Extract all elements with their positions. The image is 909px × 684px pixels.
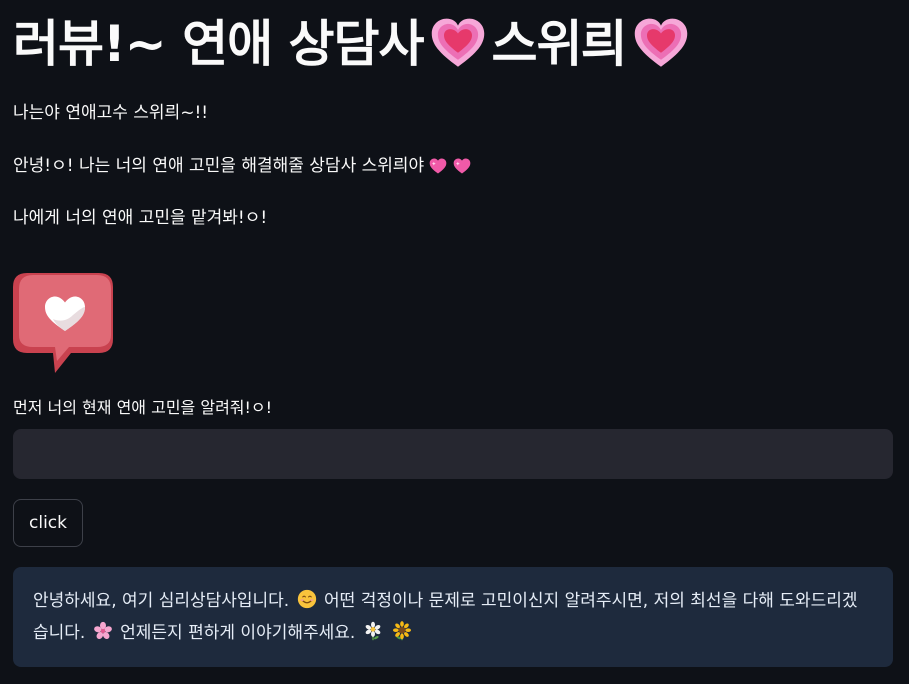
concern-input-label: 먼저 너의 현재 연애 고민을 알려줘!ㅇ! (13, 398, 273, 417)
intro-line-1: 나는야 연애고수 스위릐~!! (13, 103, 209, 123)
growing-heart-icon (634, 18, 687, 67)
sparkling-heart-icon (453, 158, 471, 174)
sparkling-heart-icon (429, 158, 447, 174)
daisy-icon (365, 621, 381, 641)
click-button[interactable]: click (13, 499, 83, 547)
intro-line-2-text: 안녕!ㅇ! 나는 너의 연애 고민을 해결해줄 상담사 스위릐야 (13, 156, 425, 176)
title-text: 러뷰!~ 연애 상담사 (13, 15, 425, 73)
smiling-face-icon (297, 589, 316, 609)
heart-speech-bubble-icon (13, 273, 113, 373)
intro-line-2: 안녕!ㅇ! 나는 너의 연애 고민을 해결해줄 상담사 스위릐야 (13, 153, 472, 179)
response-message-box: 안녕하세요, 여기 심리상담사입니다. 어떤 걱정이나 문제로 고민이신지 알려… (13, 567, 893, 667)
response-text-3: 언제든지 편하게 이야기해주세요. (120, 623, 356, 643)
intro-line-3: 나에게 너의 연애 고민을 맡겨봐!ㅇ! (13, 208, 268, 228)
growing-heart-icon (431, 18, 484, 67)
response-text-1: 안녕하세요, 여기 심리상담사입니다. (33, 591, 290, 611)
concern-input[interactable] (13, 429, 893, 479)
page-title: 러뷰!~ 연애 상담사 스위릐 (13, 8, 695, 80)
cherry-blossom-icon (93, 621, 112, 640)
app-page: 러뷰!~ 연애 상담사 스위릐 나는야 연애고수 스위릐~!! 안녕!ㅇ! 나는… (0, 0, 909, 684)
title-name: 스위릐 (491, 15, 628, 73)
sunflower-icon (393, 621, 412, 641)
